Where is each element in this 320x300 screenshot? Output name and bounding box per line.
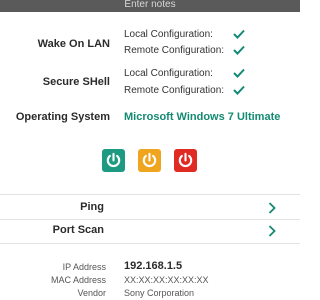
ping-row[interactable]: Ping: [0, 196, 300, 220]
ip-address-label: IP Address: [62, 262, 106, 272]
wol-remote-check-icon: [233, 45, 245, 55]
port-scan-label: Port Scan: [52, 224, 104, 236]
operating-system-label: Operating System: [15, 111, 110, 123]
reboot-button[interactable]: [138, 149, 161, 172]
port-scan-row[interactable]: Port Scan: [0, 219, 300, 243]
vendor-label: Vendor: [77, 288, 106, 298]
power-icon: [106, 152, 121, 168]
ip-address-value: 192.168.1.5: [124, 260, 183, 272]
ping-label: Ping: [80, 201, 104, 213]
wake-on-lan-label: Wake On LAN: [37, 38, 110, 50]
divider: [0, 243, 300, 244]
notes-bar: [0, 0, 300, 12]
ssh-local-check-icon: [233, 68, 245, 78]
ssh-remote-check-icon: [233, 85, 245, 95]
power-icon: [178, 152, 193, 168]
shutdown-button[interactable]: [174, 149, 197, 172]
operating-system-value: Microsoft Windows 7 Ultimate: [124, 111, 281, 123]
divider: [0, 194, 300, 195]
wol-local-config-label: Local Configuration:: [124, 29, 213, 40]
vendor-value: Sony Corporation: [124, 288, 195, 298]
secure-shell-label: Secure SHell: [42, 76, 110, 88]
wake-button[interactable]: [102, 149, 125, 172]
ssh-remote-config-label: Remote Configuration:: [124, 85, 225, 96]
chevron-right-icon: [268, 202, 276, 214]
power-icon: [142, 152, 157, 168]
chevron-right-icon: [268, 225, 276, 237]
mac-address-label: MAC Address: [50, 275, 106, 285]
wol-remote-config-label: Remote Configuration:: [124, 45, 225, 56]
notes-input[interactable]: [0, 0, 300, 11]
mac-address-value: XX:XX:XX:XX:XX:XX: [124, 275, 209, 285]
ssh-local-config-label: Local Configuration:: [124, 68, 213, 79]
wol-local-check-icon: [233, 29, 245, 39]
